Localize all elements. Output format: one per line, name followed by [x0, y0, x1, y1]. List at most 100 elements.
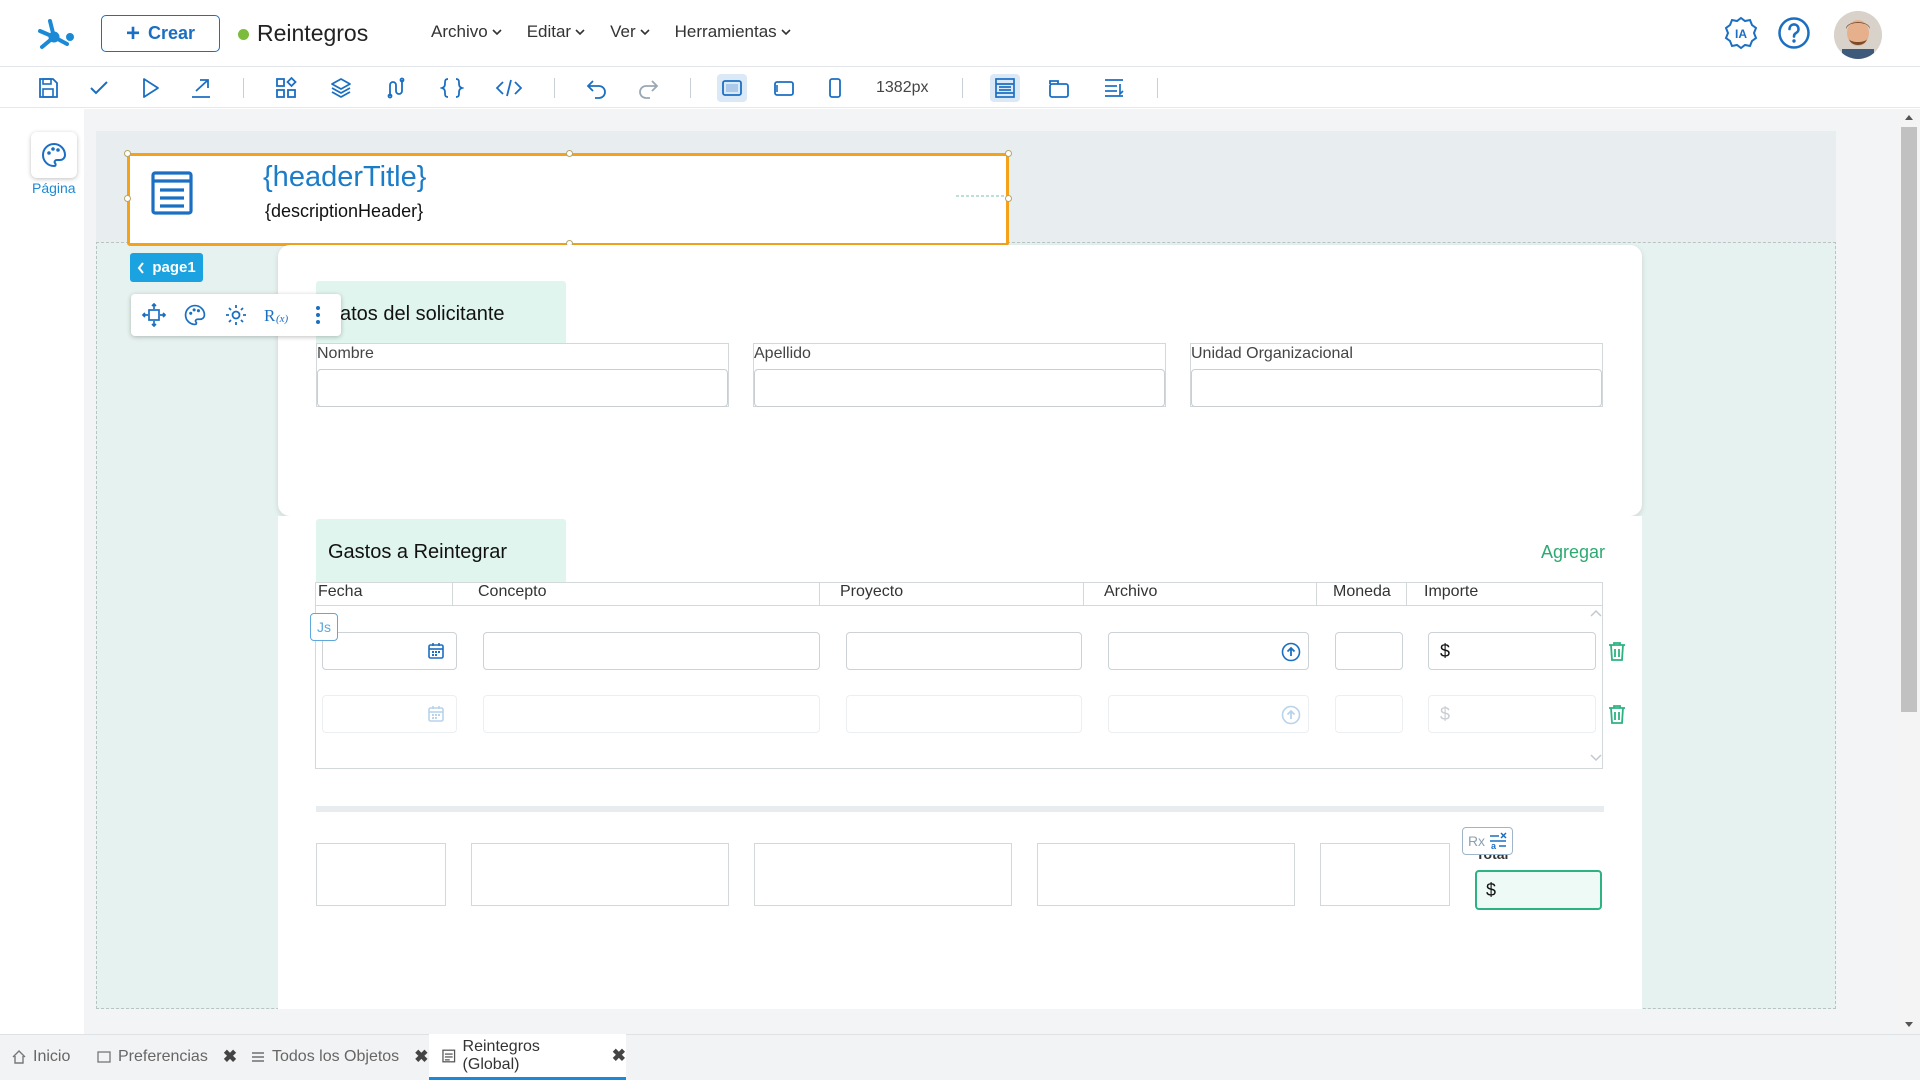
grid-scroll-down-icon[interactable] — [1590, 754, 1602, 762]
menu-ver[interactable]: Ver — [610, 22, 650, 42]
add-row-link[interactable]: Agregar — [1541, 542, 1605, 563]
redo-icon[interactable] — [633, 74, 663, 102]
upload-icon[interactable] — [1281, 642, 1301, 662]
close-icon[interactable]: ✖ — [612, 1046, 626, 1066]
unidad-organizacional-input[interactable] — [1191, 369, 1602, 407]
trash-icon[interactable] — [1608, 641, 1626, 661]
total-row-cell — [316, 843, 446, 906]
concepto-input[interactable] — [483, 632, 820, 670]
save-icon[interactable] — [33, 74, 63, 102]
field-label-unidad: Unidad Organizacional — [1191, 345, 1353, 362]
tab-todos-los-objetos[interactable]: Todos los Objetos ✖ — [251, 1034, 428, 1080]
flow-icon[interactable] — [381, 74, 411, 102]
archivo-input[interactable] — [1108, 695, 1309, 733]
components-icon[interactable] — [271, 74, 301, 102]
scroll-down-icon[interactable] — [1904, 1021, 1914, 1029]
rx-label: Rx — [1467, 833, 1486, 849]
align-icon[interactable] — [1099, 74, 1129, 102]
help-icon[interactable] — [1777, 16, 1811, 50]
calendar-icon[interactable] — [427, 642, 445, 660]
mobile-view-icon[interactable] — [820, 74, 850, 102]
clear-format-icon: a — [1490, 832, 1507, 850]
layers-icon[interactable] — [326, 74, 356, 102]
settings-icon[interactable] — [221, 300, 251, 330]
header-component[interactable]: {headerTitle} {descriptionHeader} — [127, 153, 1009, 246]
status-dot — [238, 29, 249, 40]
palette-icon[interactable] — [180, 300, 210, 330]
resize-handle[interactable] — [1005, 150, 1012, 157]
menu-herramientas[interactable]: Herramientas — [675, 22, 791, 42]
rule-icon[interactable]: R (x) — [262, 300, 292, 330]
fecha-input[interactable] — [322, 632, 457, 670]
close-icon[interactable]: ✖ — [414, 1047, 428, 1067]
move-icon[interactable] — [139, 300, 169, 330]
total-currency-symbol: $ — [1486, 880, 1497, 900]
tablet-view-icon[interactable] — [769, 74, 799, 102]
more-vertical-icon[interactable] — [303, 300, 333, 330]
resize-handle[interactable] — [566, 150, 573, 157]
check-icon[interactable] — [84, 74, 114, 102]
code-icon[interactable] — [494, 74, 524, 102]
calendar-icon[interactable] — [427, 705, 445, 723]
header-description: {descriptionHeader} — [265, 201, 424, 221]
field-label-nombre: Nombre — [317, 345, 374, 362]
proyecto-input[interactable] — [846, 695, 1082, 733]
resize-handle[interactable] — [1005, 195, 1012, 202]
menu-archivo[interactable]: Archivo — [431, 22, 502, 42]
chevron-down-icon — [492, 29, 502, 36]
column-header-moneda[interactable]: Moneda — [1331, 583, 1407, 605]
tab-inicio[interactable]: Inicio — [12, 1034, 70, 1080]
layout-template-icon[interactable] — [990, 74, 1020, 102]
menu-editar[interactable]: Editar — [527, 22, 585, 42]
page-breadcrumb-tab[interactable]: page1 — [130, 253, 203, 282]
apellido-input[interactable] — [754, 369, 1165, 407]
rx-rule-badge[interactable]: Rx a — [1462, 827, 1513, 855]
importe-input[interactable]: $ — [1428, 632, 1596, 670]
scrollbar-thumb[interactable] — [1901, 127, 1917, 712]
js-script-badge[interactable]: Js — [310, 613, 338, 641]
tab-reintegros-global[interactable]: Reintegros (Global) ✖ — [429, 1034, 626, 1080]
plus-icon: + — [125, 19, 140, 47]
palette-icon[interactable] — [31, 132, 77, 178]
create-button-label: Crear — [147, 23, 196, 43]
column-header-proyecto[interactable]: Proyecto — [838, 583, 1084, 605]
grid-scroll-up-icon[interactable] — [1590, 609, 1602, 617]
proyecto-input[interactable] — [846, 632, 1082, 670]
window-icon — [97, 1051, 111, 1063]
undo-icon[interactable] — [582, 74, 612, 102]
dashed-guide — [956, 195, 1006, 197]
scroll-up-icon[interactable] — [1904, 113, 1914, 121]
concepto-input[interactable] — [483, 695, 820, 733]
user-avatar[interactable] — [1834, 11, 1882, 59]
fecha-input[interactable] — [322, 695, 457, 733]
export-icon[interactable] — [186, 74, 216, 102]
resize-handle[interactable] — [124, 150, 131, 157]
importe-input[interactable]: $ — [1428, 695, 1596, 733]
toolbar-separator — [690, 78, 691, 98]
moneda-input[interactable] — [1335, 632, 1403, 670]
upload-icon[interactable] — [1281, 705, 1301, 725]
menu-herramientas-label: Herramientas — [674, 22, 777, 41]
create-button[interactable]: + Crear — [101, 15, 220, 52]
section-title-applicant: atos del solicitante — [340, 303, 505, 325]
app-logo-icon[interactable] — [34, 13, 74, 53]
column-header-archivo[interactable]: Archivo — [1102, 583, 1317, 605]
total-row-cell — [1037, 843, 1295, 906]
moneda-input[interactable] — [1335, 695, 1403, 733]
tab-preferencias[interactable]: Preferencias ✖ — [97, 1034, 237, 1080]
braces-icon[interactable] — [437, 74, 467, 102]
archivo-input[interactable] — [1108, 632, 1309, 670]
resize-handle[interactable] — [124, 195, 131, 202]
close-icon[interactable]: ✖ — [223, 1047, 237, 1067]
column-header-fecha[interactable]: Fecha — [316, 583, 453, 605]
tabs-container-icon[interactable] — [1044, 74, 1074, 102]
trash-icon[interactable] — [1608, 704, 1626, 724]
column-header-concepto[interactable]: Concepto — [476, 583, 820, 605]
desktop-view-icon[interactable] — [717, 74, 747, 102]
ia-icon[interactable]: IA — [1724, 16, 1758, 50]
play-icon[interactable] — [135, 74, 165, 102]
menu-editar-label: Editar — [526, 22, 572, 41]
toolbar-separator — [1157, 78, 1158, 98]
column-header-importe[interactable]: Importe — [1422, 583, 1603, 605]
nombre-input[interactable] — [317, 369, 728, 407]
